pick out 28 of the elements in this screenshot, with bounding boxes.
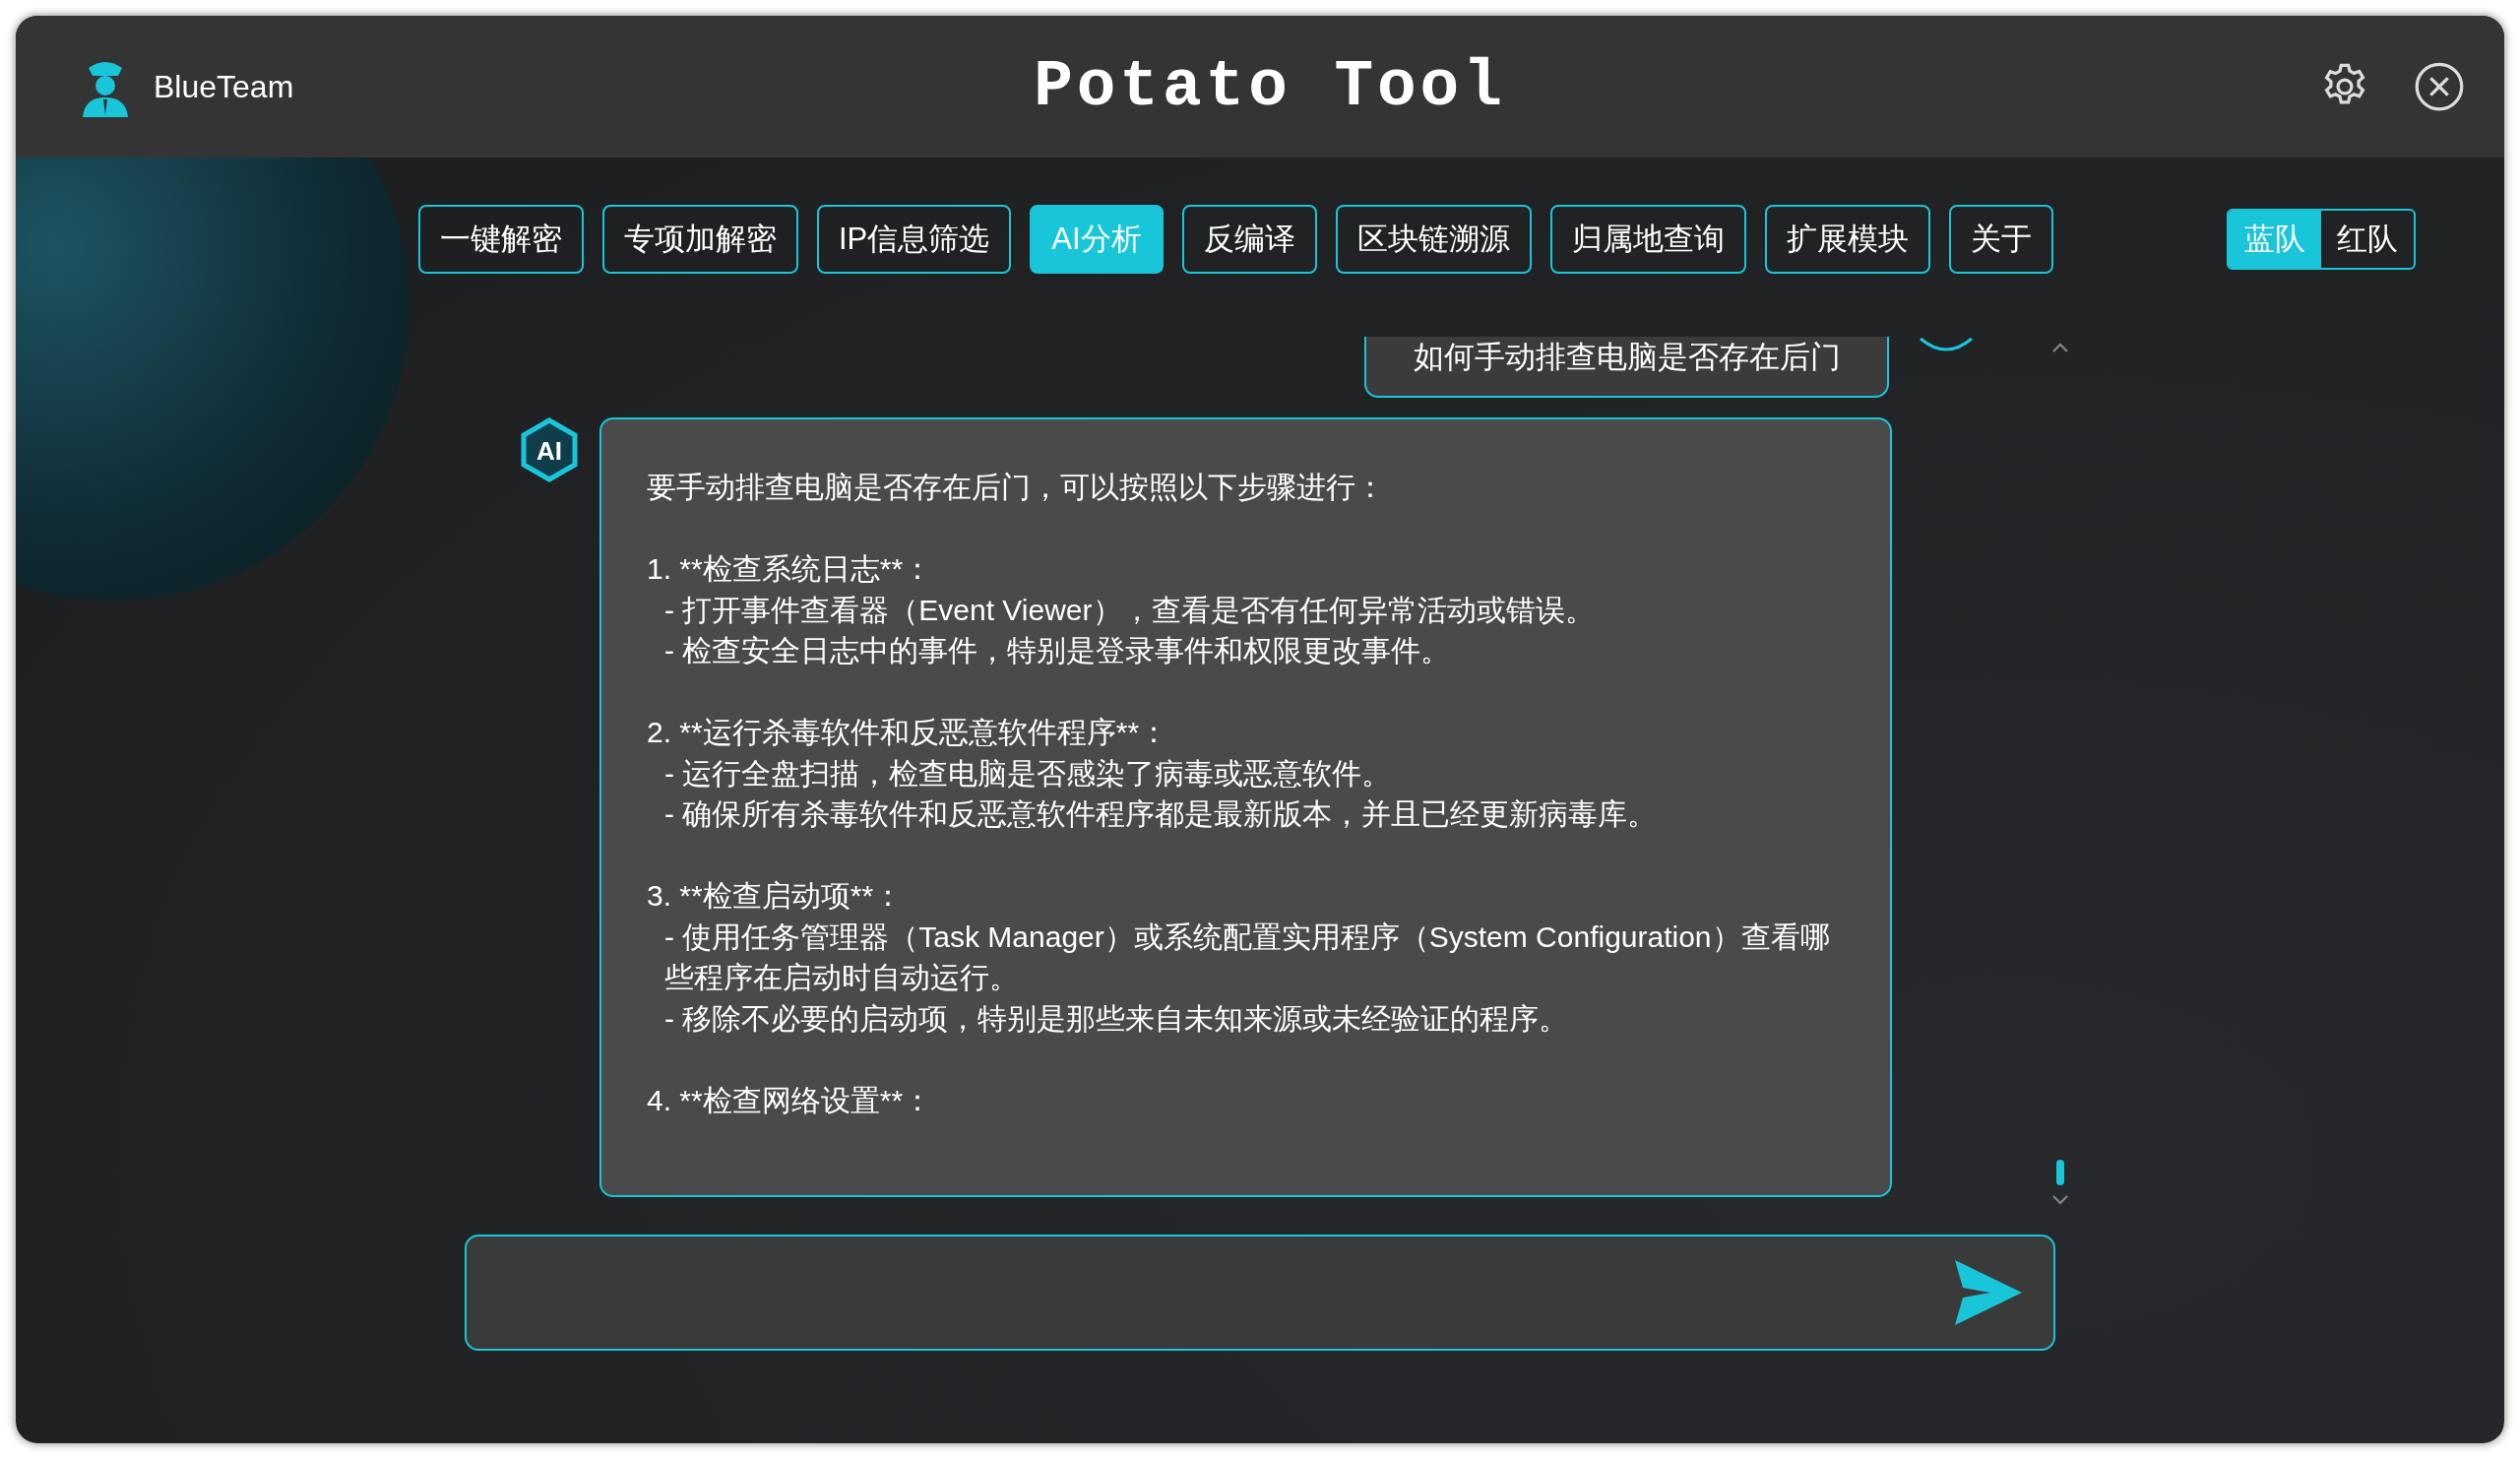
brand-name: BlueTeam <box>154 68 294 105</box>
reply-line: - 检查安全日志中的事件，特别是登录事件和权限更改事件。 <box>663 633 1452 668</box>
tab[interactable]: 区块链溯源 <box>1335 205 1532 274</box>
close-icon[interactable] <box>2414 61 2465 112</box>
message-input[interactable] <box>465 1235 2055 1351</box>
tab[interactable]: 专项加解密 <box>602 205 798 274</box>
tab[interactable]: 归属地查询 <box>1549 205 1746 274</box>
reply-line: 2. **运行杀毒软件和反恶意软件程序**： <box>647 715 1170 750</box>
reply-line: 3. **检查启动项**： <box>647 878 905 914</box>
reply-line: 4. **检查网络设置**： <box>647 1082 934 1118</box>
user-message: 如何手动排查电脑是否存在后门 <box>1364 337 1889 398</box>
tab[interactable]: 反编译 <box>1181 205 1317 274</box>
reply-line: 要手动排查电脑是否存在后门，可以按照以下步骤进行： <box>647 470 1386 505</box>
scroll-up-icon[interactable] <box>2051 343 2069 352</box>
team-option[interactable]: 红队 <box>2321 211 2414 268</box>
scroll-down-icon[interactable] <box>2051 1195 2069 1205</box>
tab[interactable]: 关于 <box>1948 205 2053 274</box>
reply-line: - 使用任务管理器（Task Manager）或系统配置实用程序（System Configuration）查看哪些程序在启动时自动运行。 <box>663 919 1831 995</box>
reply-line: - 打开事件查看器（Event Viewer），查看是否有任何异常活动或错误。 <box>663 592 1596 628</box>
scrollbar-thumb[interactable] <box>2056 1160 2064 1185</box>
tab[interactable]: 扩展模块 <box>1764 205 1930 274</box>
reply-line: - 运行全盘扫描，检查电脑是否感染了病毒或恶意软件。 <box>663 755 1393 792</box>
tab[interactable]: 一键解密 <box>418 205 584 274</box>
reply-line: 1. **检查系统日志**： <box>647 551 934 587</box>
tab[interactable]: IP信息筛选 <box>817 205 1012 274</box>
app-title: Potato Tool <box>1033 49 1507 124</box>
reply-line: - 移除不必要的启动项，特别是那些来自未知来源或未经验证的程序。 <box>663 1000 1570 1037</box>
reply-line: - 确保所有杀毒软件和反恶意软件程序都是最新版本，并且已经更新病毒库。 <box>663 796 1659 832</box>
